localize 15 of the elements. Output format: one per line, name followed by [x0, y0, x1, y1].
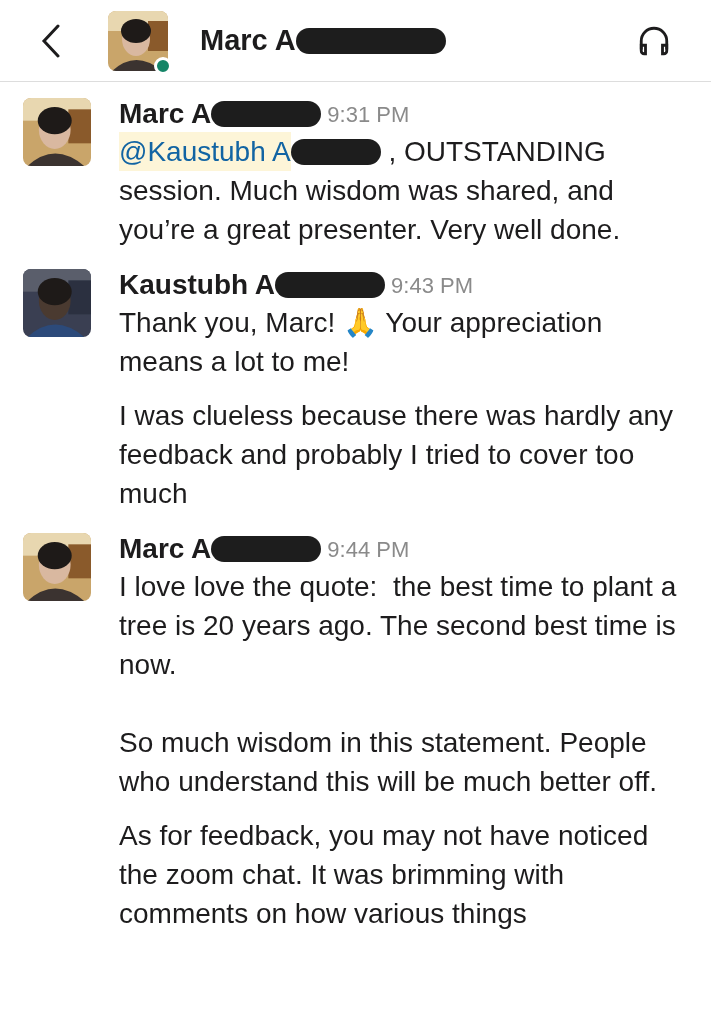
message-time: 9:31 PM	[327, 100, 410, 129]
back-icon[interactable]	[40, 23, 62, 58]
conversation-title: Marc A	[200, 22, 296, 58]
message-text: session. Much wisdom was shared, and you’re a great presenter. Very well done.	[119, 174, 622, 247]
message-text: As for feedback, you may not have noticed the zoom chat. It was brimming with comments on how various things	[119, 819, 650, 931]
author-name[interactable]: Kaustubh A	[119, 264, 276, 306]
message-text: , OUTSTANDING	[387, 135, 606, 169]
author-name[interactable]: Marc A	[119, 93, 212, 135]
message-text: Thank you, Marc! 🙏 Your appreciation means a lot to me!	[119, 306, 604, 379]
message-time: 9:44 PM	[327, 535, 410, 564]
author-name[interactable]: Marc A	[119, 528, 212, 570]
user-mention[interactable]: @Kaustubh A	[119, 132, 291, 171]
message-text: I was clueless because there was hardly any feedback and probably I tried to cover too much	[119, 399, 675, 511]
message-text: I love love the quote: the best time to plant a tree is 20 years ago. The second best time is now. So much wisdom in this statement. People who understand this will be much better off.	[119, 570, 678, 799]
message-time: 9:43 PM	[391, 271, 473, 300]
